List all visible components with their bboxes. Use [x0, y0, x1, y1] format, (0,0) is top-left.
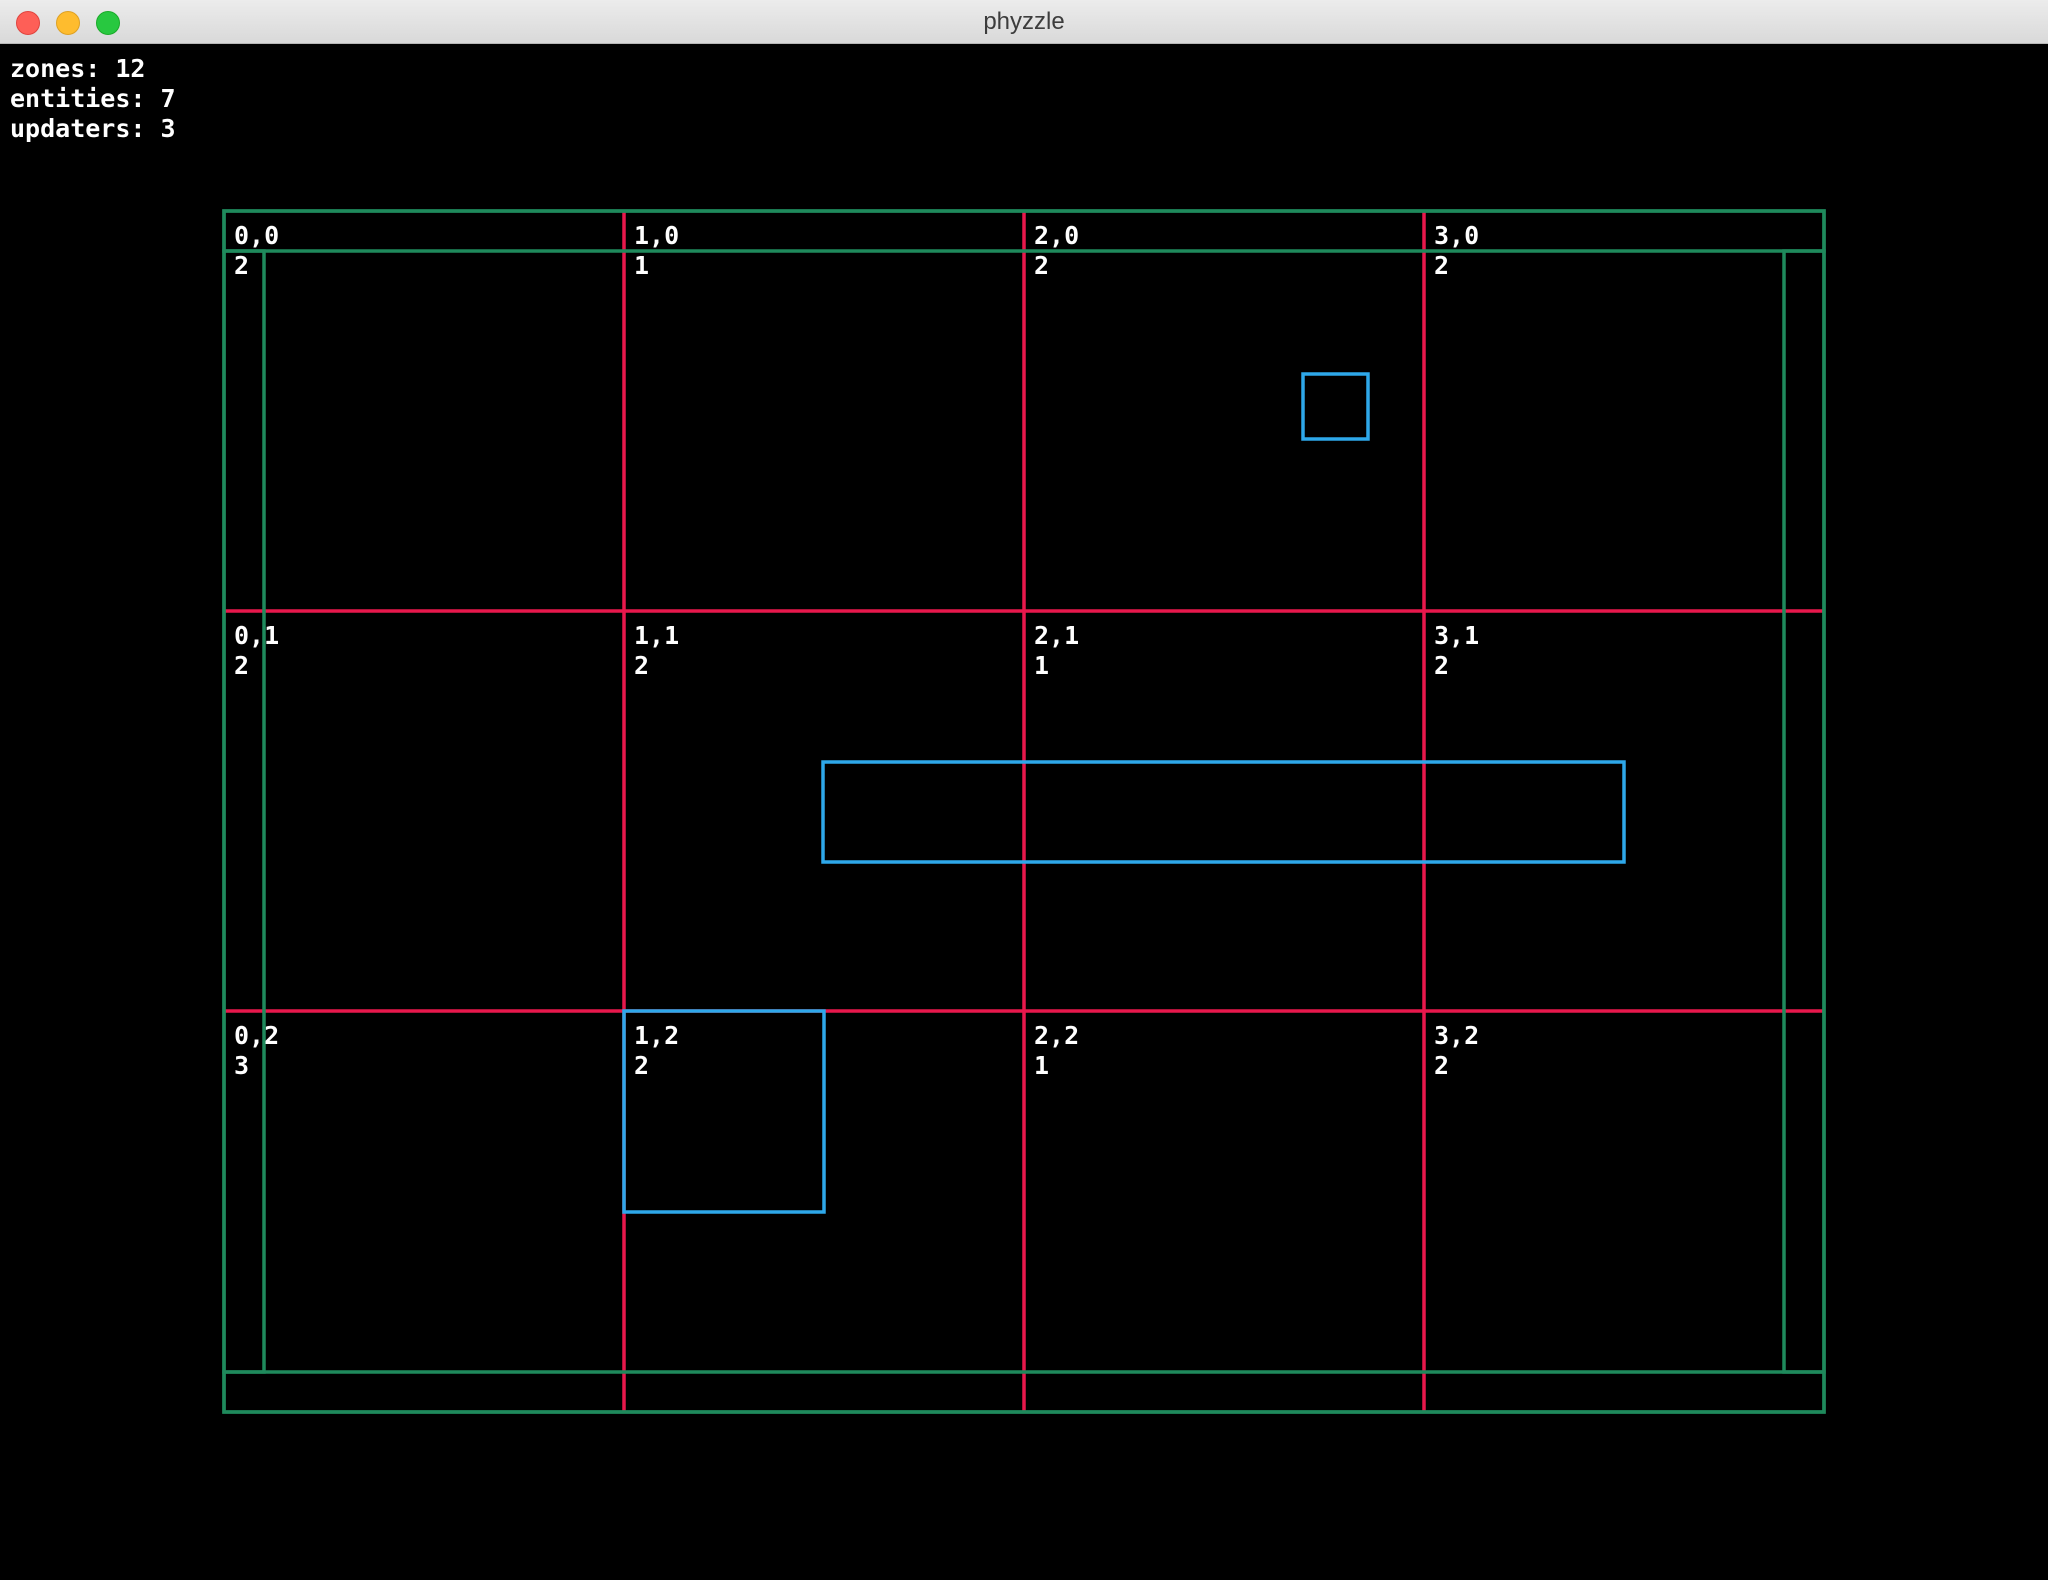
zone-coord-label: 2,1 — [1034, 621, 1079, 650]
zone-grid — [224, 211, 1824, 1412]
zone-count-label: 1 — [634, 251, 649, 280]
world-view: 0,021,012,023,020,121,122,113,120,231,22… — [222, 209, 1826, 1414]
window-title: phyzzle — [983, 8, 1065, 35]
zone-count-label: 2 — [634, 651, 649, 680]
zone-count-label: 2 — [234, 251, 249, 280]
game-canvas[interactable]: zones: 12 entities: 7 updaters: 3 0,0 2 1,… — [0, 44, 2048, 1580]
zone-coord-label: 2,2 — [1034, 1021, 1079, 1050]
zone-count-label: 2 — [634, 1051, 649, 1080]
wall-right — [1782, 249, 1826, 1374]
zone-count-label: 1 — [1034, 651, 1049, 680]
zone-count-label: 2 — [234, 651, 249, 680]
zone-count-label: 2 — [1434, 651, 1449, 680]
zone-coord-label: 1,0 — [634, 221, 679, 250]
zone-coord-label: 0,2 — [234, 1021, 279, 1050]
zone-count-label: 2 — [1434, 1051, 1449, 1080]
zone-labels: 0,021,012,023,020,121,122,113,120,231,22… — [234, 221, 1479, 1080]
window-titlebar: phyzzle — [0, 0, 2048, 44]
entity-small-box — [1301, 372, 1370, 441]
zone-coord-label: 0,1 — [234, 621, 279, 650]
zone-coord-label: 2,0 — [1034, 221, 1079, 250]
wall-left — [222, 249, 266, 1374]
zone-count-label: 3 — [234, 1051, 249, 1080]
zone-count-label: 2 — [1434, 251, 1449, 280]
zone-coord-label: 1,2 — [634, 1021, 679, 1050]
zone-coord-label: 0,0 — [234, 221, 279, 250]
zone-coord-label: 3,0 — [1434, 221, 1479, 250]
entity-long-platform — [821, 760, 1626, 864]
zone-count-label: 1 — [1034, 1051, 1049, 1080]
entities — [622, 372, 1626, 1214]
zone-coord-label: 3,2 — [1434, 1021, 1479, 1050]
zone-coord-label: 3,1 — [1434, 621, 1479, 650]
zone-count-label: 2 — [1034, 251, 1049, 280]
zone-coord-label: 1,1 — [634, 621, 679, 650]
